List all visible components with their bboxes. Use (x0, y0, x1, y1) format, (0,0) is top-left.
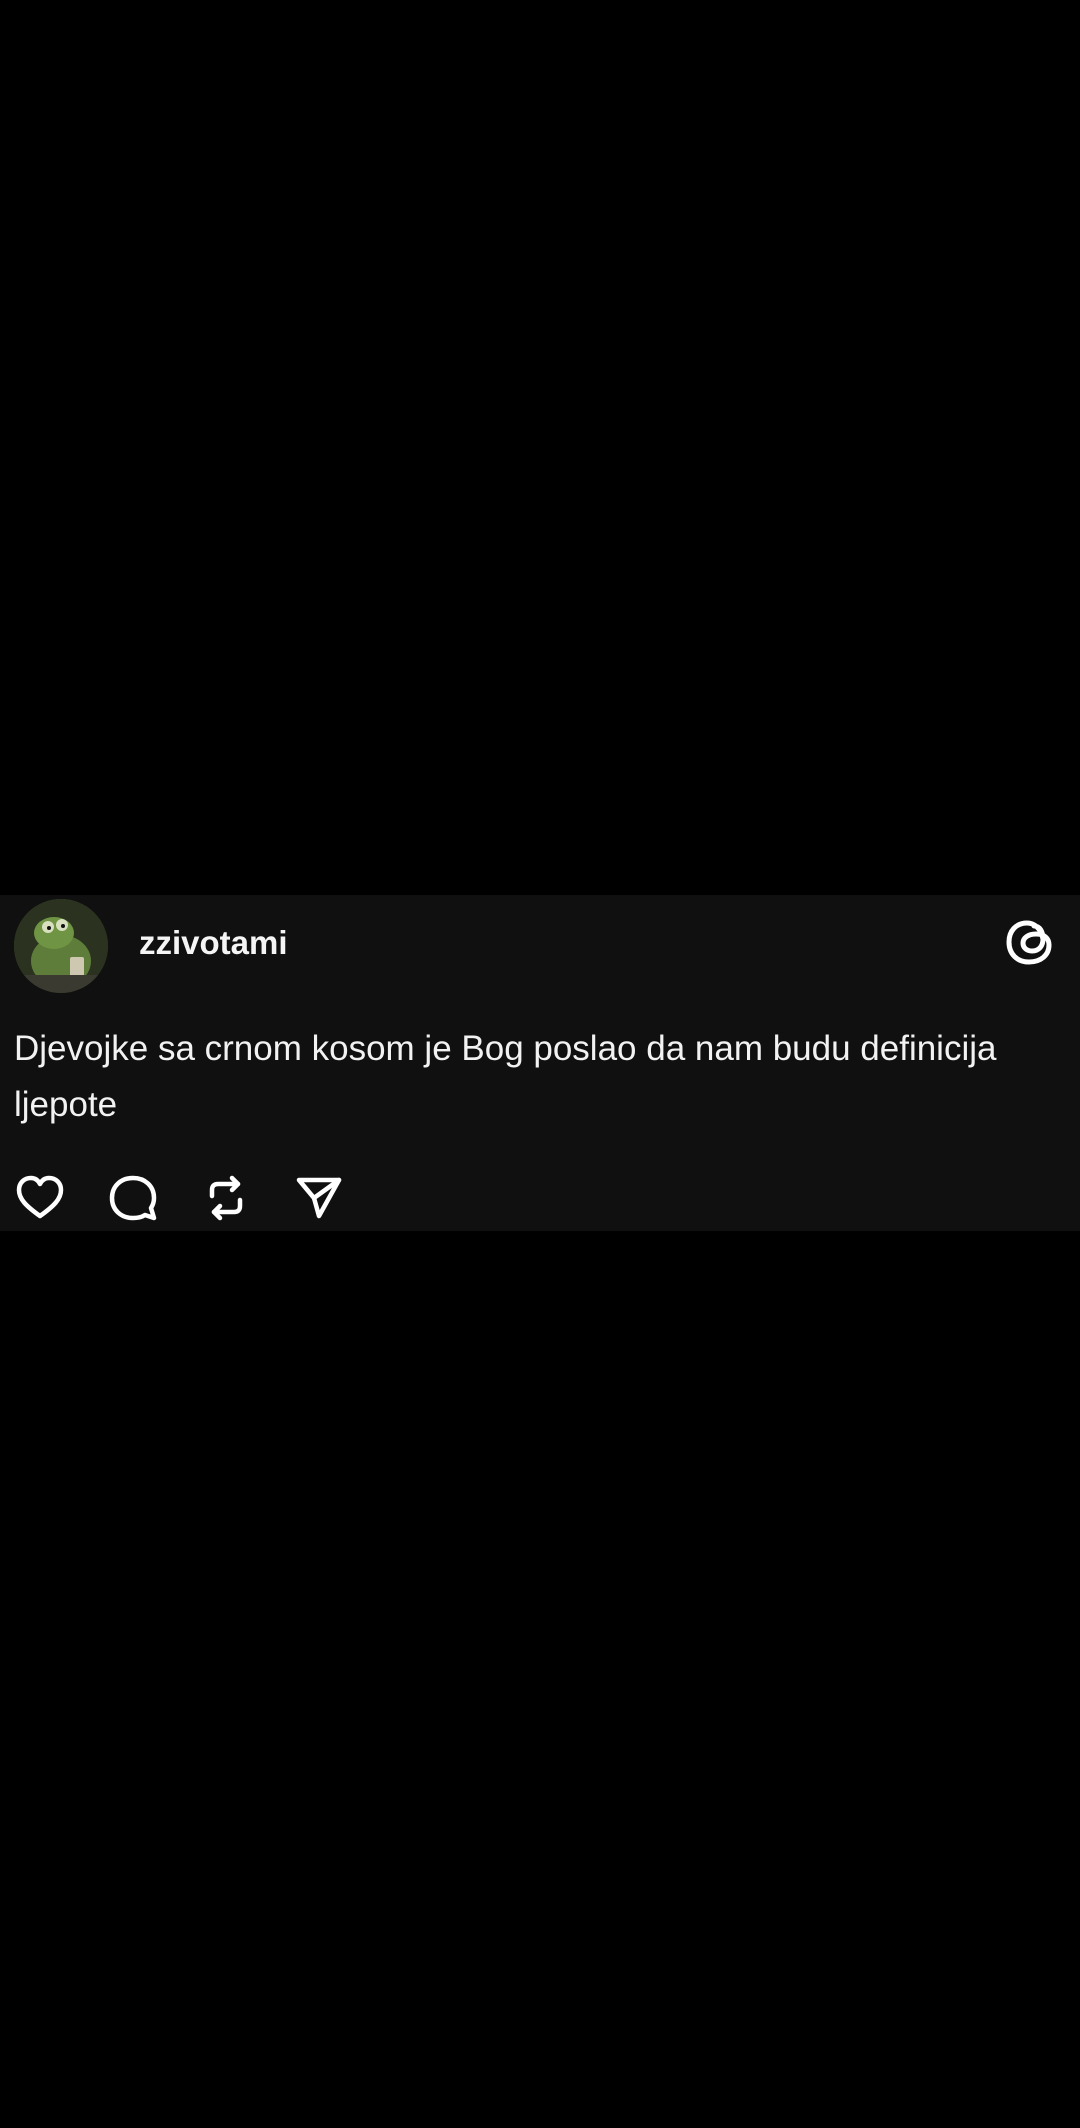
repost-button[interactable] (198, 1170, 254, 1226)
kermit-avatar-icon (14, 899, 108, 993)
post-card: zzivotami Djevojke sa crnom kosom je Bog… (0, 895, 1080, 1231)
avatar[interactable] (14, 899, 108, 993)
post-text: Djevojke sa crnom kosom je Bog poslao da… (14, 1029, 997, 1124)
heart-icon (16, 1175, 64, 1219)
repost-icon (209, 1175, 243, 1221)
send-icon (296, 1177, 342, 1219)
username[interactable]: zzivotami (139, 923, 288, 963)
threads-logo-icon[interactable] (1003, 912, 1059, 972)
share-button[interactable] (291, 1170, 347, 1226)
like-button[interactable] (12, 1170, 68, 1226)
post-actions (12, 1170, 384, 1226)
comment-bubble-icon (109, 1175, 157, 1221)
comment-button[interactable] (105, 1170, 161, 1226)
